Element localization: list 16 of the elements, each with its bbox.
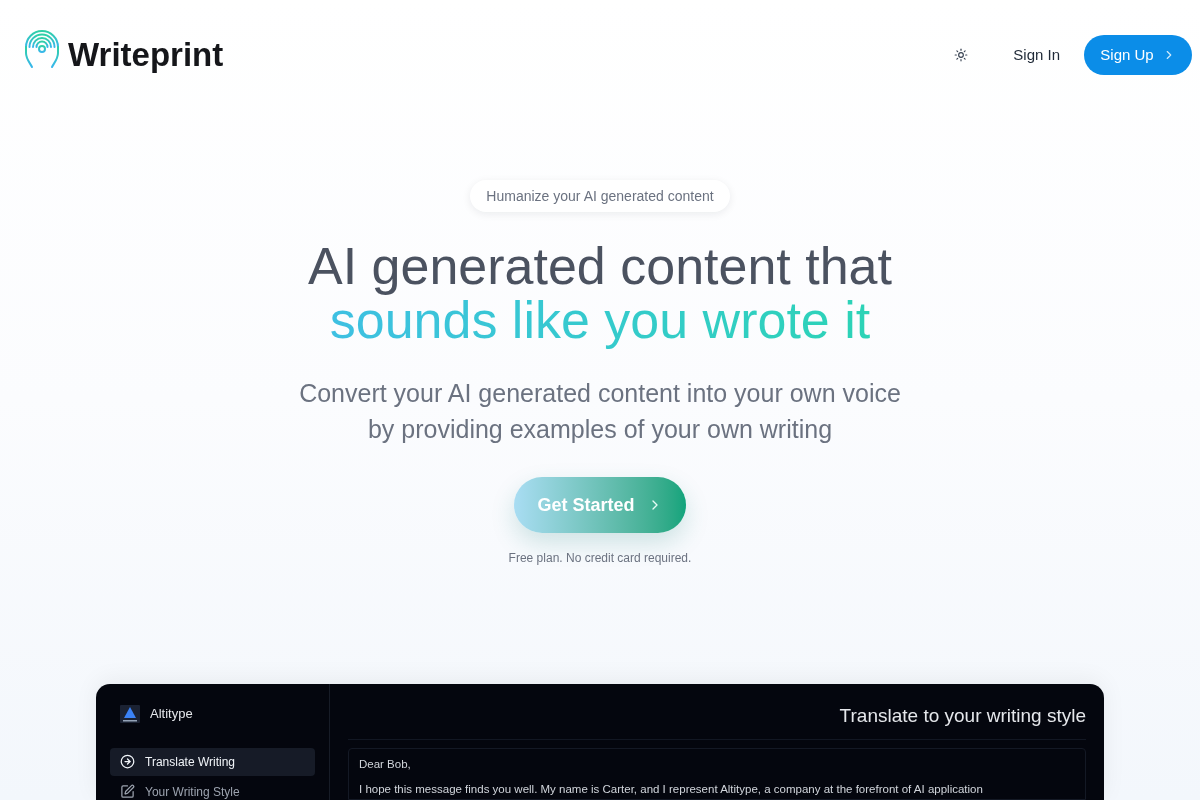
brand-name: Writeprint	[68, 35, 224, 76]
hero-heading: AI generated content that	[308, 239, 892, 293]
tagline-badge: Humanize your AI generated content	[470, 180, 730, 212]
text-editor-field[interactable]: Dear Bob, I hope this message finds you well. My name is Carter, and I represent Altitype, a company at the forefront of AI application	[348, 747, 1086, 800]
workspace-name: Altitype	[150, 705, 193, 723]
sidebar-nav-item[interactable]: Your Writing Style	[110, 777, 315, 800]
sign-up-button[interactable]: Sign Up	[1084, 35, 1192, 75]
pencil-square-icon	[120, 784, 135, 799]
sidebar-nav-item[interactable]: Translate Writing	[110, 747, 315, 776]
sun-icon	[954, 48, 969, 62]
workspace-logo-icon	[120, 704, 140, 723]
arrow-circle-icon	[120, 754, 135, 769]
hero-subtitle: Convert your AI generated content into your own voice by providing examples of your own writing	[298, 378, 902, 445]
sign-in-link[interactable]: Sign In	[1013, 43, 1060, 67]
panel-title: Translate to your writing style	[839, 704, 1086, 728]
plan-note: Free plan. No credit card required.	[508, 550, 692, 567]
